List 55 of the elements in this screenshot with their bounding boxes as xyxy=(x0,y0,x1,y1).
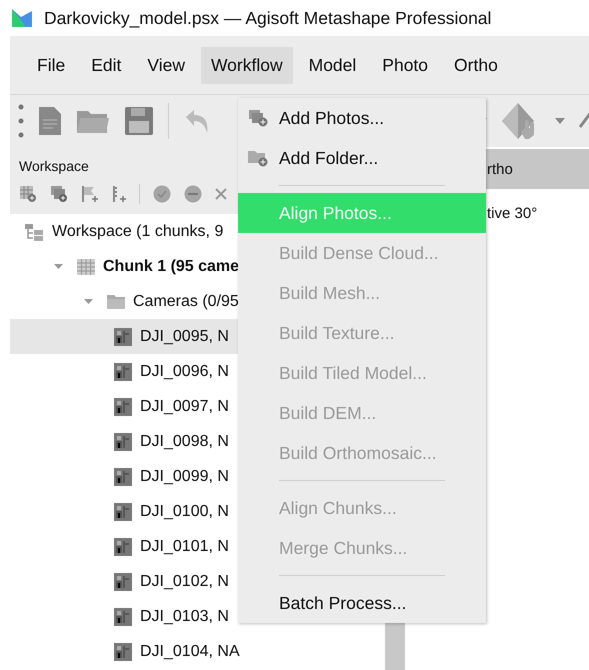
caret-icon[interactable] xyxy=(555,118,565,124)
menu-item[interactable]: Batch Process... xyxy=(238,583,486,623)
panel-title: Workspace xyxy=(19,158,89,174)
photo-icon xyxy=(114,432,132,450)
photo-icon xyxy=(114,502,132,520)
photo-icon xyxy=(114,608,132,626)
add-scale-bar-icon[interactable] xyxy=(112,184,126,202)
photo-icon xyxy=(114,328,132,346)
check-circle-icon[interactable] xyxy=(153,184,171,202)
photo-icon xyxy=(114,398,132,416)
tree-label: DJI_0103, N xyxy=(140,608,229,626)
add-marker-icon[interactable] xyxy=(81,184,99,202)
folder-icon[interactable] xyxy=(76,108,110,134)
expanded-arrow-icon[interactable] xyxy=(54,262,63,271)
add-folder-icon xyxy=(248,149,268,167)
menu-item[interactable]: File xyxy=(27,46,76,84)
add-photos-icon[interactable] xyxy=(50,184,68,202)
window-title: Darkovicky_model.psx — Agisoft Metashape Professional xyxy=(44,8,492,28)
tree-label[interactable]: Workspace (1 chunks, 9 xyxy=(52,222,224,240)
photo-icon xyxy=(114,642,132,660)
folder-icon xyxy=(107,294,125,309)
menu-item[interactable]: Model xyxy=(298,46,366,84)
new-document-icon[interactable] xyxy=(38,106,62,136)
tree-label[interactable]: Cameras (0/95 xyxy=(133,292,239,310)
photo-icon xyxy=(114,572,132,590)
menu-item[interactable]: Edit xyxy=(81,46,132,84)
workspace-icon xyxy=(24,222,44,240)
photo-icon xyxy=(114,468,132,486)
menu-item[interactable]: Ortho xyxy=(444,46,508,84)
tree-label: DJI_0102, N xyxy=(140,572,229,590)
menu-item[interactable]: View xyxy=(137,46,195,84)
photo-icon xyxy=(114,362,132,380)
menu-item[interactable]: Workflow xyxy=(200,46,293,84)
tree-label: DJI_0100, N xyxy=(140,502,229,520)
photo-icon xyxy=(114,538,132,556)
tree-label[interactable]: Chunk 1 (95 came xyxy=(103,258,240,276)
minus-circle-icon[interactable] xyxy=(184,184,202,202)
add-photos-icon xyxy=(248,109,268,127)
save-icon[interactable] xyxy=(124,106,154,136)
expanded-arrow-icon[interactable] xyxy=(84,297,93,306)
add-chunk-icon[interactable] xyxy=(19,184,37,202)
tree-label: DJI_0097, N xyxy=(140,398,229,416)
tree-label: DJI_0104, NA xyxy=(140,642,240,660)
tree-row[interactable]: DJI_0104, NA xyxy=(10,634,385,669)
tree-label: DJI_0098, N xyxy=(140,432,229,450)
table-cell-text: tive 30° xyxy=(486,204,538,222)
tree-label: DJI_0096, N xyxy=(140,362,229,380)
app-logo-icon xyxy=(11,8,33,28)
menu-item[interactable]: Photo xyxy=(372,46,438,84)
close-icon[interactable] xyxy=(215,188,227,200)
tree-label: DJI_0101, N xyxy=(140,538,229,556)
chunk-icon xyxy=(77,258,95,274)
tree-label: DJI_0099, N xyxy=(140,468,229,486)
tree-label: DJI_0095, N xyxy=(140,328,229,346)
drag-handle-icon xyxy=(18,104,24,138)
